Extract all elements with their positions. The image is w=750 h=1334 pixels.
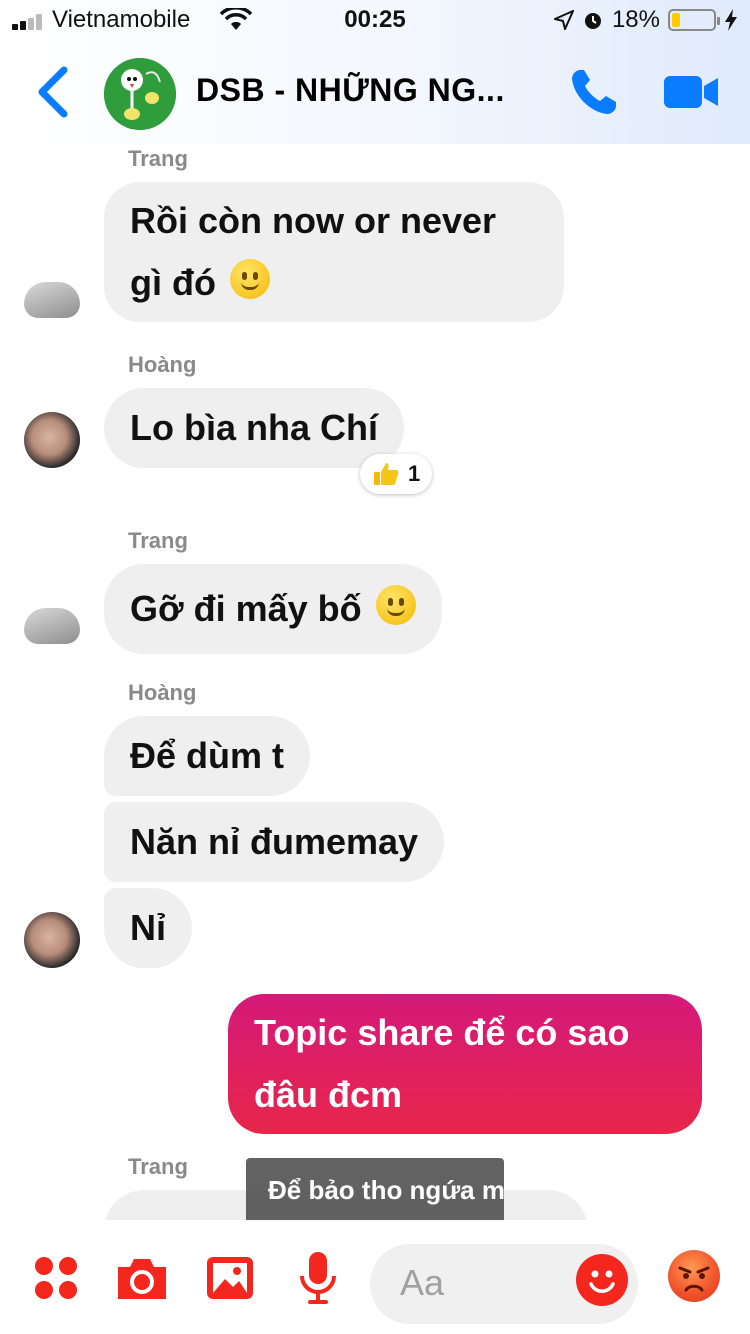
message-text: Gỡ đi mấy bố	[130, 588, 362, 629]
message-text: Lo bìa nha Chí	[130, 407, 378, 448]
gallery-button[interactable]	[202, 1250, 258, 1306]
camera-button[interactable]	[114, 1250, 170, 1306]
charging-icon	[725, 9, 737, 31]
message-bubble[interactable]: Để dùm t	[104, 716, 311, 796]
message-bubble[interactable]: Rồi còn now or never gì đó	[104, 182, 564, 322]
my-message-bubble[interactable]: Topic share để có sao đâu đcm	[228, 994, 702, 1134]
sender-name: Trang	[128, 528, 188, 553]
toast-text: Để bảo tho ngứa mat	[268, 1175, 504, 1205]
more-apps-button[interactable]	[28, 1250, 84, 1306]
composer-bar: Aa	[0, 1220, 750, 1334]
avatar[interactable]	[24, 282, 80, 318]
image-icon	[207, 1257, 253, 1299]
battery-icon	[668, 9, 720, 31]
message-bubble[interactable]: Lo bìa nha Chí	[104, 388, 404, 468]
header-bar: Vietnamobile 00:25 18% DSB - NHỮNG NG...	[0, 0, 750, 144]
camera-icon	[118, 1259, 166, 1299]
phone-icon[interactable]	[568, 66, 620, 118]
thumbs-up-icon	[374, 463, 399, 485]
message-text: Nỉ	[130, 907, 166, 948]
message-text: Năn nỉ đumemay	[130, 821, 419, 862]
message-line: Topic share để có sao	[254, 1012, 630, 1053]
group-avatar[interactable]	[104, 58, 176, 130]
voice-button[interactable]	[290, 1250, 346, 1306]
group-avatar-image	[104, 58, 176, 130]
message-input-placeholder: Aa	[400, 1262, 445, 1303]
four-dots-icon	[35, 1257, 77, 1299]
sender-name: Hoàng	[128, 680, 197, 705]
typing-preview-toast: Để bảo tho ngứa mat	[246, 1158, 504, 1222]
message-line: Rồi còn now or never	[130, 200, 497, 241]
avatar[interactable]	[24, 912, 80, 968]
message-bubble[interactable]: Nỉ	[104, 888, 192, 968]
conversation-title[interactable]: DSB - NHỮNG NG...	[196, 72, 505, 109]
video-camera-icon[interactable]	[662, 72, 720, 112]
sender-name: Trang	[128, 1154, 188, 1179]
angry-face-icon[interactable]	[668, 1250, 720, 1302]
avatar[interactable]	[24, 412, 80, 468]
location-icon	[553, 10, 574, 30]
back-chevron-icon[interactable]	[34, 66, 74, 118]
message-line: đâu đcm	[254, 1074, 403, 1115]
battery-percent: 18%	[611, 6, 660, 33]
slightly-smiling-face-icon	[375, 585, 416, 625]
message-bubble[interactable]: Năn nỉ đumemay	[104, 802, 445, 882]
message-input[interactable]: Aa	[370, 1244, 638, 1324]
message-bubble[interactable]: Gỡ đi mấy bố	[104, 564, 442, 654]
slightly-smiling-face-icon	[230, 259, 270, 299]
sender-name: Trang	[128, 146, 188, 171]
status-bar: Vietnamobile 00:25 18%	[0, 0, 750, 40]
sender-name: Hoàng	[128, 352, 197, 377]
reaction-count: 1	[408, 461, 421, 486]
avatar[interactable]	[24, 608, 80, 644]
microphone-icon	[300, 1252, 336, 1304]
alarm-icon	[584, 13, 601, 29]
reaction-badge[interactable]: 1	[360, 454, 433, 494]
emoji-picker-icon[interactable]	[576, 1254, 628, 1306]
message-text: Để dùm t	[130, 735, 285, 776]
message-line: gì đó	[130, 262, 216, 303]
